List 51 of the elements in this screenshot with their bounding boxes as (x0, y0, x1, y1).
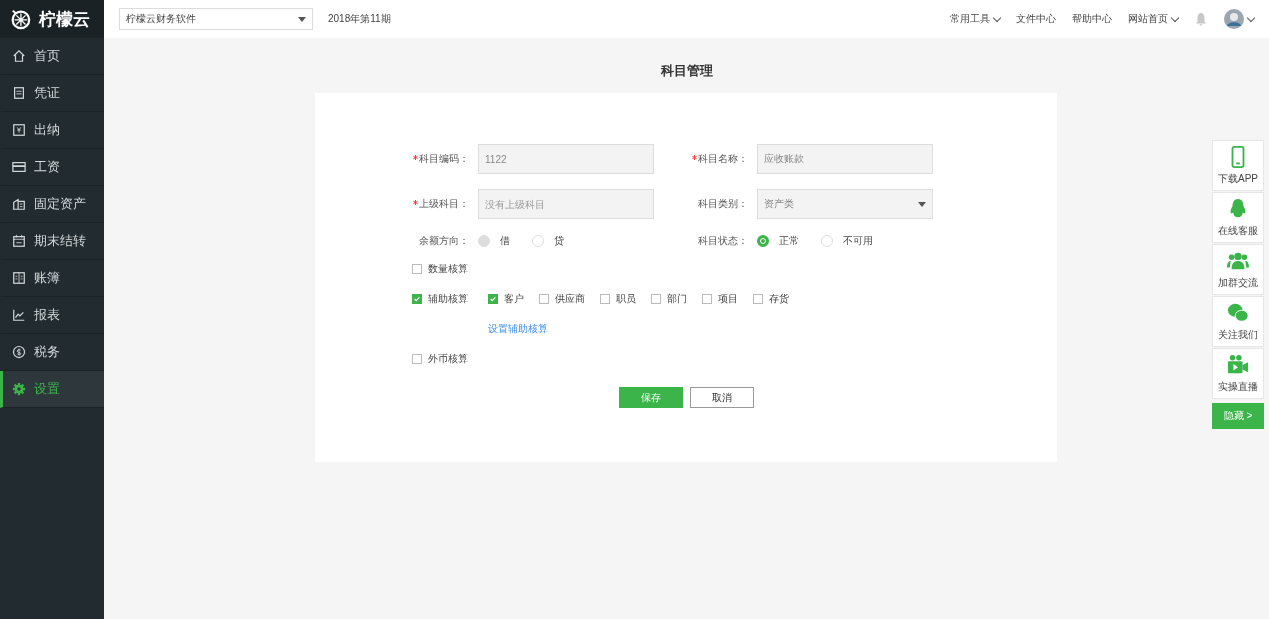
radio-button[interactable]: 不可用 (821, 234, 873, 248)
checkbox[interactable]: 项目 (702, 292, 738, 306)
account-select[interactable]: 柠檬云财务软件 (119, 8, 313, 30)
required-icon (692, 154, 697, 160)
required-icon (413, 199, 418, 205)
calendar-icon (12, 234, 26, 248)
field-label: 科目名称： (698, 152, 748, 166)
lemon-logo-icon (9, 8, 31, 30)
video-camera-icon (1227, 353, 1249, 376)
page-title: 科目管理 (659, 62, 714, 80)
header-link[interactable]: 帮助中心 (1072, 12, 1112, 26)
checkbox[interactable]: 外币核算 (412, 352, 468, 366)
checkbox[interactable]: 部门 (651, 292, 687, 306)
doc-icon (12, 86, 26, 100)
checkbox[interactable]: 存货 (753, 292, 789, 306)
period-label: 2018年第11期 (328, 12, 391, 26)
cancel-button[interactable]: 取消 (690, 387, 754, 408)
check-icon (489, 295, 497, 303)
settings-icon (12, 382, 26, 396)
field-label: 上级科目： (419, 197, 469, 211)
chart-icon (12, 308, 26, 322)
checkbox[interactable]: 职员 (600, 292, 636, 306)
float-panel-item[interactable]: 在线客服 (1212, 192, 1264, 243)
float-panel-item[interactable]: 下载APP (1212, 140, 1264, 191)
cash-icon (12, 123, 26, 137)
checkbox[interactable]: 客户 (488, 292, 524, 306)
float-panel-item[interactable]: 关注我们 (1212, 296, 1264, 347)
radio-button[interactable]: 正常 (757, 234, 799, 248)
checkbox[interactable]: 辅助核算 (412, 292, 488, 306)
header-link[interactable]: 文件中心 (1016, 12, 1056, 26)
building-icon (12, 197, 26, 211)
field-label: 科目状态： (698, 234, 748, 248)
header-link[interactable]: 常用工具 (950, 12, 1000, 26)
sidebar-item[interactable]: 设置 (0, 371, 104, 408)
setup-link[interactable]: 设置辅助核算 (488, 322, 548, 336)
book-icon (12, 271, 26, 285)
checkbox[interactable]: 数量核算 (412, 262, 468, 276)
chat-bubbles-icon (1227, 301, 1249, 324)
field-label: 科目类别： (698, 197, 748, 211)
float-panel-item[interactable]: 加群交流 (1212, 244, 1264, 295)
checkbox[interactable]: 供应商 (539, 292, 585, 306)
float-panel-item[interactable]: 实操直播 (1212, 348, 1264, 399)
card-icon (12, 160, 26, 174)
logo-text: 柠檬云 (39, 8, 90, 31)
home-icon (12, 49, 26, 63)
check-icon (413, 295, 421, 303)
field-label: 科目编码： (419, 152, 469, 166)
coin-icon (12, 345, 26, 359)
field-label: 余额方向： (419, 234, 469, 248)
header-link[interactable]: 网站首页 (1128, 12, 1178, 26)
required-icon (413, 154, 418, 160)
